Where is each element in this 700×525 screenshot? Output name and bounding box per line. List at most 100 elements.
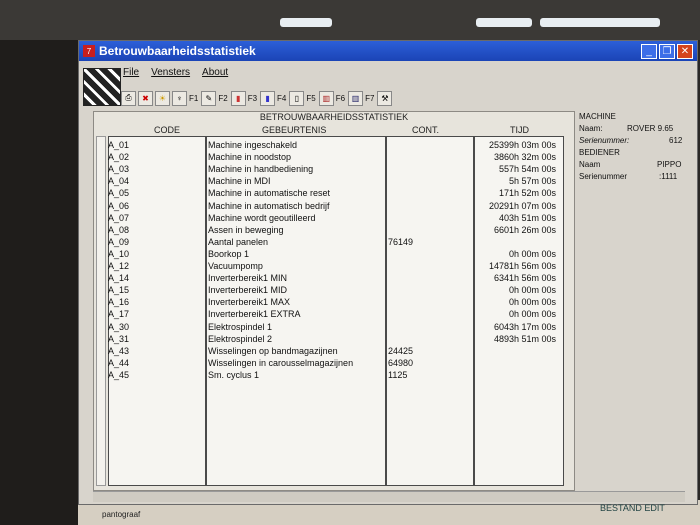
cell-count: 24425 <box>388 345 414 356</box>
cell-count: 64980 <box>388 357 414 368</box>
cell-time <box>476 369 556 381</box>
cell-event: Machine in MDI <box>208 176 271 187</box>
machine-serial: 612 <box>669 136 683 145</box>
fkey-label: F6 <box>335 93 346 103</box>
cell-time: 6341h 56m 00s <box>493 273 556 284</box>
cell-event: Inverterbereik1 MIN <box>208 273 288 284</box>
ceiling-light <box>540 18 660 27</box>
fkey-label: F3 <box>247 93 258 103</box>
minimize-button[interactable]: _ <box>641 43 657 59</box>
machine-name-label: Naam: <box>579 124 603 133</box>
ceiling-light <box>280 18 332 27</box>
cell-code: A_45 <box>108 369 130 380</box>
table-heading: BETROUWBAARHEIDSSTATISTIEK <box>259 112 409 122</box>
background-menu: BESTAND EDIT <box>600 503 665 513</box>
operator-serial-label: Serienummer <box>579 172 628 181</box>
cell-event: Inverterbereik1 MAX <box>208 297 291 308</box>
cell-event: Machine in handbediening <box>208 164 314 175</box>
maximize-button[interactable]: ❐ <box>659 43 675 59</box>
cell-code: A_31 <box>108 333 130 344</box>
menu-bar: File Vensters About <box>123 67 228 78</box>
cell-code: A_08 <box>108 224 130 235</box>
window-title: Betrouwbaarheidsstatistiek <box>99 44 256 58</box>
cell-time: 557h 54m 00s <box>498 164 556 175</box>
taskbar-item[interactable]: pantograaf <box>102 510 140 519</box>
toolbar: ⎙ ✖ ☀ ♆ F1 ✎ F2 ▮ F3 ▮ F4 ▯ F5 ▥ F6 ▥ F7… <box>121 89 393 107</box>
company-logo <box>83 68 121 106</box>
cell-code: A_16 <box>108 297 130 308</box>
machine-serial-label: Serienummer: <box>579 136 630 145</box>
count-column <box>386 136 474 486</box>
cell-time: 6601h 26m 00s <box>493 224 556 235</box>
statistics-window: 7 Betrouwbaarheidsstatistiek _ ❐ ✕ File … <box>78 40 698 505</box>
cell-event: Wisselingen op bandmagazijnen <box>208 345 338 356</box>
cell-code: A_15 <box>108 285 130 296</box>
cell-time: 0h 00m 00s <box>508 297 556 308</box>
cell-time: 0h 00m 00s <box>508 248 556 259</box>
document-blue-icon[interactable]: ▮ <box>260 90 276 106</box>
cell-code: A_12 <box>108 261 130 271</box>
cell-code: A_02 <box>108 152 130 163</box>
cell-event: Machine in noodstop <box>208 152 292 163</box>
cell-event: Wisselingen in carousselmagazijnen <box>208 357 354 368</box>
fkey-label: F4 <box>277 93 287 103</box>
column-header-count: CONT. <box>412 125 439 135</box>
cell-event: Boorkop 1 <box>208 248 250 259</box>
cell-code: A_09 <box>108 236 130 247</box>
operator-name: PIPPO <box>657 160 682 169</box>
cell-time: 20291h 07m 00s <box>488 200 556 211</box>
cell-code: A_43 <box>108 345 130 356</box>
cell-event: Vacuumpomp <box>208 261 263 271</box>
cell-code: A_07 <box>108 212 130 223</box>
cell-code: A_10 <box>108 248 130 259</box>
menu-file[interactable]: File <box>123 67 139 78</box>
cancel-icon[interactable]: ✖ <box>138 90 153 106</box>
print-icon[interactable]: ⎙ <box>121 90 136 106</box>
cell-code: A_30 <box>108 321 130 332</box>
sun-icon[interactable]: ☀ <box>155 90 170 106</box>
cell-code: A_05 <box>108 188 130 199</box>
bar-chart-icon[interactable]: ▥ <box>318 90 334 106</box>
cell-time: 0h 00m 00s <box>508 285 556 296</box>
cell-event: Elektrospindel 2 <box>208 333 273 344</box>
column-header-time: TIJD <box>510 125 529 135</box>
cell-event: Elektrospindel 1 <box>208 321 273 332</box>
operator-heading: BEDIENER <box>579 148 620 157</box>
document-icon[interactable]: ▯ <box>289 90 305 106</box>
column-header-event: GEBEURTENIS <box>262 125 327 135</box>
cell-event: Machine in automatisch bedrijf <box>208 200 330 211</box>
bar-chart-blue-icon[interactable]: ▥ <box>348 90 364 106</box>
menu-vensters[interactable]: Vensters <box>151 67 190 78</box>
edit-icon[interactable]: ✎ <box>201 90 217 106</box>
cell-event: Machine wordt geoutilleerd <box>208 212 316 223</box>
vertical-scrollbar[interactable] <box>96 136 106 486</box>
cell-time: 25399h 03m 00s <box>488 140 556 150</box>
status-bar <box>93 491 685 502</box>
fkey-label: F7 <box>365 93 375 103</box>
statistics-panel: BETROUWBAARHEIDSSTATISTIEK CODE GEBEURTE… <box>93 111 575 491</box>
document-red-icon[interactable]: ▮ <box>230 90 246 106</box>
cell-code: A_01 <box>108 140 130 150</box>
fkey-label: F1 <box>189 93 199 103</box>
cell-time: 171h 52m 00s <box>498 188 556 199</box>
menu-about[interactable]: About <box>202 67 228 78</box>
cell-event: Inverterbereik1 MID <box>208 285 288 296</box>
cell-time <box>476 345 556 357</box>
cell-time <box>476 236 556 248</box>
cell-code: A_17 <box>108 309 130 320</box>
operator-name-label: Naam <box>579 160 601 169</box>
machine-heading: MACHINE <box>579 112 616 121</box>
fkey-label: F2 <box>218 93 228 103</box>
cell-time: 14781h 56m 00s <box>488 261 556 271</box>
cell-count: 1125 <box>388 369 408 380</box>
ceiling-light <box>476 18 532 27</box>
title-bar: 7 Betrouwbaarheidsstatistiek _ ❐ ✕ <box>79 41 697 61</box>
app-icon: 7 <box>83 45 95 57</box>
cell-event: Sm. cyclus 1 <box>208 369 260 380</box>
cell-code: A_44 <box>108 357 130 368</box>
hammer-icon[interactable]: ⚒ <box>377 90 393 106</box>
cell-code: A_14 <box>108 273 130 284</box>
close-button[interactable]: ✕ <box>677 43 693 59</box>
cell-time: 5h 57m 00s <box>508 176 556 187</box>
tool-icon[interactable]: ♆ <box>172 90 187 106</box>
